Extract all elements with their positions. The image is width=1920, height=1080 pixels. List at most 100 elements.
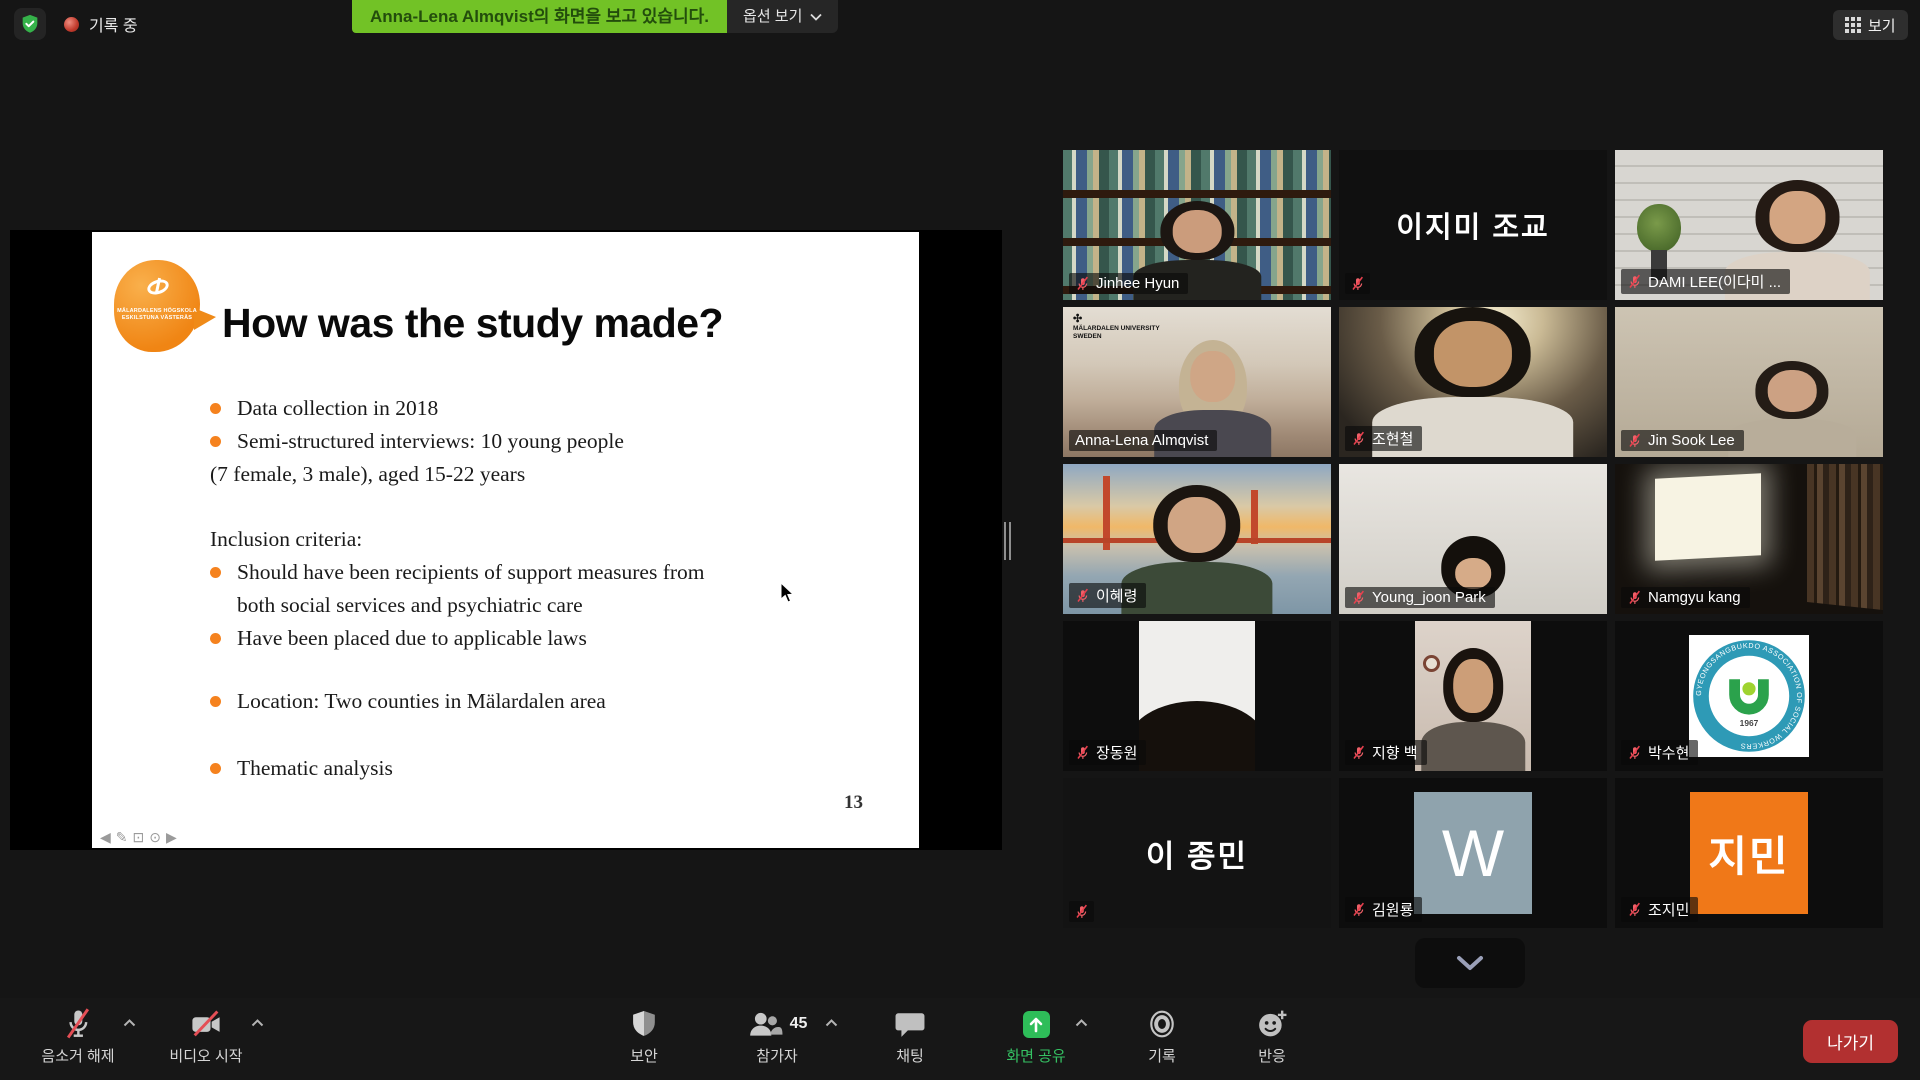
slide-body: Data collection in 2018 Semi-structured … bbox=[210, 392, 710, 785]
muted-mic-icon bbox=[1351, 430, 1366, 447]
recording-indicator: 기록 중 bbox=[64, 12, 138, 36]
screen-share-banner-group: Anna-Lena Almqvist의 화면을 보고 있습니다. 옵션 보기 bbox=[352, 0, 838, 33]
participant-name-chip: Young_joon Park bbox=[1345, 587, 1495, 608]
participant-tile[interactable]: 지민 조지민 bbox=[1615, 778, 1883, 928]
video-options-caret[interactable] bbox=[251, 1014, 264, 1032]
participant-tile[interactable]: DAMI LEE(이다미 ... bbox=[1615, 150, 1883, 300]
slide-bullet-line: Have been placed due to applicable laws bbox=[210, 622, 710, 655]
chat-bubble-icon bbox=[895, 1010, 925, 1038]
logo-text-line2: ESKILSTUNA VÄSTERÅS bbox=[114, 315, 200, 322]
participant-name-chip: 조현철 bbox=[1345, 426, 1422, 451]
participant-name-chip: Jinhee Hyun bbox=[1069, 273, 1188, 294]
participant-name: 지향 백 bbox=[1372, 742, 1418, 763]
participant-tile[interactable]: 조현철 bbox=[1339, 307, 1607, 457]
unmute-label: 음소거 해제 bbox=[41, 1045, 114, 1066]
video-thumbnail bbox=[1415, 621, 1531, 771]
logo-blob-shape bbox=[114, 260, 200, 352]
bullet-dot bbox=[210, 763, 221, 774]
participant-name-chip: 장동원 bbox=[1069, 740, 1146, 765]
security-button[interactable]: 보안 bbox=[612, 998, 676, 1080]
chat-label: 채팅 bbox=[896, 1045, 924, 1066]
encryption-shield-button[interactable] bbox=[14, 8, 46, 40]
view-options-label: 옵션 보기 bbox=[743, 0, 802, 33]
participant-tile[interactable]: 이혜령 bbox=[1063, 464, 1331, 614]
view-button-label: 보기 bbox=[1868, 15, 1896, 36]
security-shield-icon bbox=[631, 1009, 657, 1039]
participant-tile[interactable]: 이지미 조교 bbox=[1339, 150, 1607, 300]
share-screen-button[interactable]: 화면 공유 bbox=[988, 998, 1084, 1080]
video-off-icon bbox=[189, 1009, 223, 1039]
participant-name-chip: 박수현 bbox=[1621, 740, 1698, 765]
share-screen-icon bbox=[1023, 1011, 1050, 1038]
participant-tile-active-speaker[interactable]: ✣ MÄLARDALEN UNIVERSITY SWEDEN Anna-Lena… bbox=[1063, 307, 1331, 457]
slide-title: How was the study made? bbox=[222, 300, 723, 347]
view-options-button[interactable]: 옵션 보기 bbox=[727, 0, 838, 33]
video-logo-line1: MÄLARDALEN UNIVERSITY bbox=[1073, 325, 1160, 333]
muted-mic-icon bbox=[1075, 744, 1090, 761]
association-badge-logo: GYEONGSANGBUKDO ASSOCIATION OF SOCIAL WO… bbox=[1689, 635, 1809, 757]
participant-name: Jin Sook Lee bbox=[1648, 432, 1735, 449]
participant-avatar: W bbox=[1414, 792, 1532, 914]
reactions-button[interactable]: 반응 bbox=[1240, 998, 1304, 1080]
share-screen-label: 화면 공유 bbox=[1006, 1045, 1065, 1066]
participants-button[interactable]: 45 참가자 bbox=[722, 998, 832, 1080]
pen-icon: ✎ bbox=[116, 829, 128, 846]
person-figure bbox=[1125, 485, 1270, 614]
participants-icon bbox=[747, 1010, 783, 1038]
video-logo-line2: SWEDEN bbox=[1073, 333, 1160, 341]
participant-tile[interactable]: W 김원룡 bbox=[1339, 778, 1607, 928]
unmute-button[interactable]: 음소거 해제 bbox=[14, 998, 142, 1080]
participant-tile[interactable]: GYEONGSANGBUKDO ASSOCIATION OF SOCIAL WO… bbox=[1615, 621, 1883, 771]
share-options-caret[interactable] bbox=[1075, 1014, 1088, 1032]
gallery-view-button[interactable]: 보기 bbox=[1833, 10, 1908, 40]
participant-tile[interactable]: Jinhee Hyun bbox=[1063, 150, 1331, 300]
muted-mic-icon bbox=[1351, 589, 1366, 606]
start-video-label: 비디오 시작 bbox=[169, 1045, 242, 1066]
participant-tile[interactable]: 지향 백 bbox=[1339, 621, 1607, 771]
participant-name: Jinhee Hyun bbox=[1096, 275, 1179, 292]
university-logo: MÄLARDALENS HÖGSKOLA ESKILSTUNA VÄSTERÅS bbox=[114, 260, 206, 354]
bullet-dot bbox=[210, 696, 221, 707]
person-figure bbox=[1139, 701, 1255, 771]
viewing-screen-banner: Anna-Lena Almqvist의 화면을 보고 있습니다. bbox=[352, 0, 727, 33]
participant-name: 김원룡 bbox=[1372, 899, 1413, 920]
chat-button[interactable]: 채팅 bbox=[878, 998, 942, 1080]
collapse-grid-button[interactable] bbox=[1415, 938, 1525, 988]
record-button[interactable]: 기록 bbox=[1130, 998, 1194, 1080]
mic-options-caret[interactable] bbox=[123, 1014, 136, 1032]
leave-meeting-button[interactable]: 나가기 bbox=[1803, 1020, 1898, 1063]
bullet-dot bbox=[210, 567, 221, 578]
participant-tile[interactable]: Namgyu kang bbox=[1615, 464, 1883, 614]
meeting-toolbar: 음소거 해제 비디오 시작 bbox=[0, 998, 1920, 1080]
participant-name: Anna-Lena Almqvist bbox=[1075, 432, 1208, 449]
participant-name-chip bbox=[1345, 273, 1370, 294]
slide-bullet-line: Data collection in 2018 bbox=[210, 392, 710, 425]
participant-name-chip: Anna-Lena Almqvist bbox=[1069, 430, 1217, 451]
participant-name: 박수현 bbox=[1648, 742, 1689, 763]
bullet-dot bbox=[210, 436, 221, 447]
muted-mic-icon bbox=[1351, 744, 1366, 761]
participants-options-caret[interactable] bbox=[825, 1014, 838, 1032]
participant-tile[interactable]: Young_joon Park bbox=[1339, 464, 1607, 614]
slide-plain-line: Inclusion criteria: bbox=[210, 523, 710, 556]
presenter-toolbar: ◀ ✎ ⊡ ⊙ ▶ bbox=[100, 829, 177, 846]
participant-name: 조현철 bbox=[1372, 428, 1413, 449]
participant-avatar: 지민 bbox=[1690, 792, 1808, 914]
reactions-smiley-icon bbox=[1257, 1009, 1287, 1039]
shield-check-icon bbox=[19, 13, 41, 35]
participant-tile[interactable]: 이 종민 bbox=[1063, 778, 1331, 928]
participant-name-chip: Jin Sook Lee bbox=[1621, 430, 1744, 451]
participant-grid: Jinhee Hyun 이지미 조교 DAMI LEE(이다미 ... bbox=[1063, 150, 1883, 928]
panel-resize-handle[interactable] bbox=[1004, 522, 1011, 560]
participant-tile[interactable]: Jin Sook Lee bbox=[1615, 307, 1883, 457]
slide-plain-line: (7 female, 3 male), aged 15-22 years bbox=[210, 458, 710, 491]
muted-mic-icon bbox=[1350, 275, 1365, 292]
participant-tile[interactable]: 장동원 bbox=[1063, 621, 1331, 771]
svg-text:1967: 1967 bbox=[1740, 718, 1759, 728]
slide-bullet-line: Location: Two counties in Mälardalen are… bbox=[210, 685, 710, 718]
zoom-meeting-window: 기록 중 Anna-Lena Almqvist의 화면을 보고 있습니다. 옵션… bbox=[0, 0, 1920, 1080]
start-video-button[interactable]: 비디오 시작 bbox=[142, 998, 270, 1080]
participants-count: 45 bbox=[790, 1015, 808, 1033]
person-figure bbox=[1730, 361, 1853, 457]
participant-display-name: 이지미 조교 bbox=[1339, 150, 1607, 300]
